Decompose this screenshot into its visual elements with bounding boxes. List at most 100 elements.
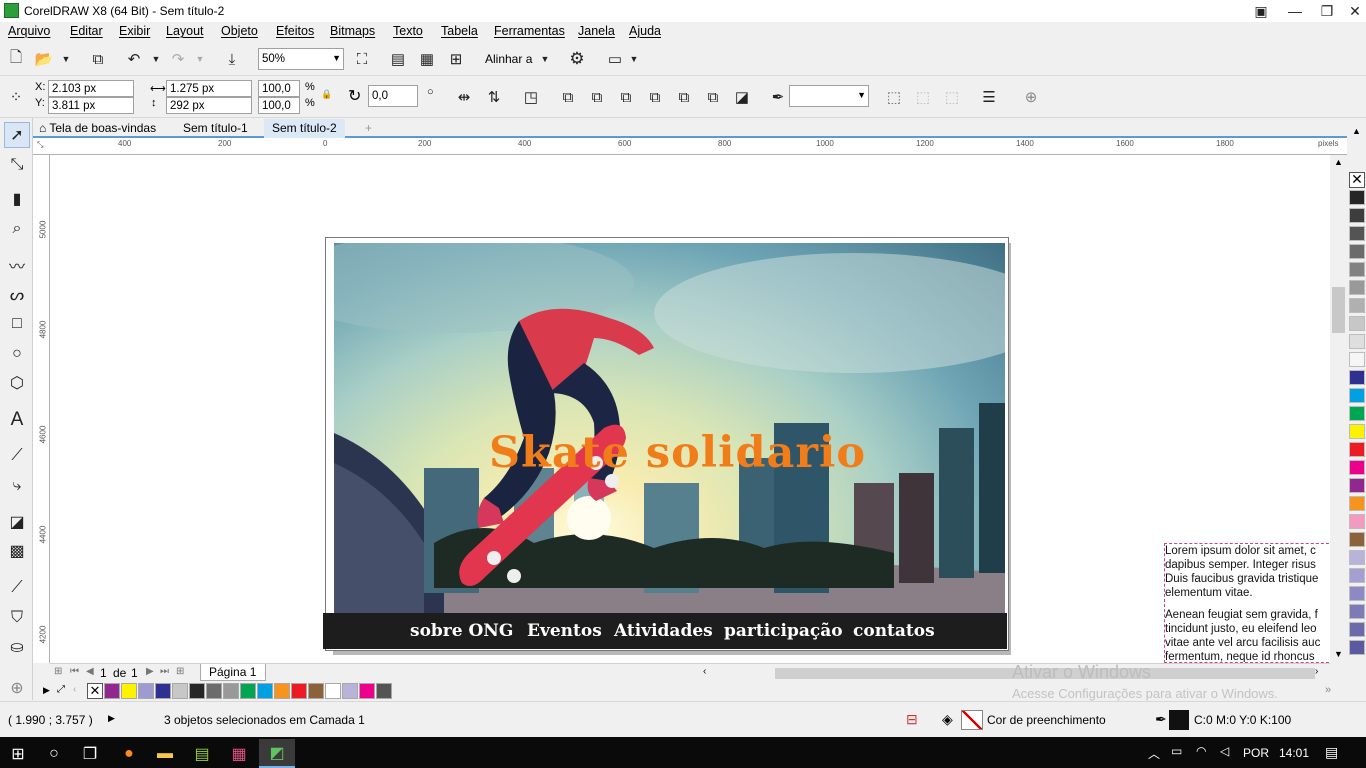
menu-ajuda[interactable]: Ajuda — [629, 24, 661, 38]
battery-icon[interactable]: ▭ — [1171, 744, 1182, 758]
palette-swatch[interactable] — [1349, 532, 1365, 547]
vertical-scrollbar[interactable]: ▲ ▼ — [1330, 155, 1347, 663]
full-screen-icon[interactable]: ⛶ — [350, 47, 374, 71]
outline-pen-icon[interactable]: ✒ — [766, 85, 790, 109]
trim-icon[interactable]: ⧉ — [614, 85, 638, 109]
y-position-field[interactable]: 3.811 px — [48, 97, 134, 114]
undo-dropdown-icon[interactable]: ▼ — [144, 47, 168, 71]
palette-swatch[interactable] — [1349, 460, 1365, 475]
palette-swatch[interactable] — [1349, 190, 1365, 205]
add-page-before-icon[interactable]: ⊞ — [54, 666, 62, 677]
palette-swatch[interactable] — [240, 683, 256, 699]
convert-curves-icon[interactable]: ⬚ — [911, 85, 935, 109]
zoom-level-select[interactable]: 50% ▼ — [258, 48, 344, 70]
cortana-search-icon[interactable]: ○ — [36, 739, 72, 768]
lock-ratio-icon[interactable]: 🔒 — [321, 89, 332, 100]
x-position-field[interactable]: 2.103 px — [48, 80, 134, 97]
palette-swatch[interactable] — [1349, 370, 1365, 385]
dimension-tool-icon[interactable]: ⟋ — [4, 443, 30, 469]
palette-left-icon[interactable]: ‹ — [73, 684, 76, 695]
action-center-icon[interactable]: ▤ — [1325, 744, 1338, 761]
horizontal-ruler[interactable]: ⤡ 400 200 0 200 400 600 800 1000 1200 14… — [33, 138, 1347, 155]
menu-layout[interactable]: Layout — [166, 24, 204, 38]
palette-swatch[interactable] — [1349, 298, 1365, 313]
fill-bucket-icon[interactable]: ◈ — [942, 711, 953, 728]
palette-swatch[interactable] — [1349, 550, 1365, 565]
drawing-page[interactable]: Skate solidario sobre ONG Eventos Ativid… — [323, 237, 1009, 651]
drawing-canvas[interactable]: Skate solidario sobre ONG Eventos Ativid… — [50, 155, 1330, 663]
tab-sem-titulo-1[interactable]: Sem título-1 — [175, 119, 256, 138]
width-field[interactable]: 1.275 px — [166, 80, 252, 97]
coreldraw-taskbar-icon[interactable]: ◩ — [259, 739, 295, 768]
eyedropper-small-icon[interactable]: ⤢ — [57, 684, 65, 695]
palette-swatch[interactable] — [1349, 316, 1365, 331]
palette-menu-icon[interactable]: ▶ — [43, 685, 50, 696]
task-view-icon[interactable]: ❐ — [72, 739, 108, 768]
tab-sem-titulo-2[interactable]: Sem título-2 — [264, 119, 345, 138]
menu-arquivo[interactable]: Arquivo — [8, 24, 50, 38]
object-origin-icon[interactable]: ⁘ — [4, 85, 28, 109]
launcher-dropdown-icon[interactable]: ▼ — [622, 47, 646, 71]
palette-swatch[interactable] — [274, 683, 290, 699]
front-minus-back-icon[interactable]: ⧉ — [701, 85, 725, 109]
align-dropdown-icon[interactable]: ▼ — [533, 47, 557, 71]
simplify-icon[interactable]: ⧉ — [672, 85, 696, 109]
add-tool-icon[interactable]: ⊕ — [4, 675, 30, 701]
open-dropdown-icon[interactable]: ▼ — [54, 47, 78, 71]
palette-swatch[interactable] — [1349, 388, 1365, 403]
outline-width-select[interactable]: ▼ — [789, 85, 869, 107]
palette-swatch[interactable] — [1349, 244, 1365, 259]
palette-swatch[interactable] — [138, 683, 154, 699]
palette-swatch[interactable] — [1349, 406, 1365, 421]
menu-janela[interactable]: Janela — [578, 24, 615, 38]
palette-swatch[interactable] — [1349, 262, 1365, 277]
menu-editar[interactable]: Editar — [70, 24, 103, 38]
add-icon[interactable]: ⊕ — [1019, 85, 1043, 109]
palette-swatch[interactable] — [1349, 604, 1365, 619]
outline-pen-status-icon[interactable]: ✒ — [1155, 711, 1167, 728]
hero-title[interactable]: Skate solidario — [489, 428, 866, 478]
break-apart-icon[interactable]: ⬚ — [940, 85, 964, 109]
settings-gear-icon[interactable]: ⚙ — [565, 47, 589, 71]
palette-swatch[interactable] — [1349, 514, 1365, 529]
menu-exibir[interactable]: Exibir — [119, 24, 150, 38]
palette-swatch[interactable] — [1349, 352, 1365, 367]
palette-swatch[interactable] — [1349, 424, 1365, 439]
text-tool-icon[interactable]: A — [4, 407, 30, 433]
new-tab-plus-icon[interactable]: + — [357, 119, 380, 138]
fill-color-swatch[interactable] — [961, 710, 983, 730]
tab-welcome[interactable]: ⌂ Tela de boas-vindas — [35, 119, 164, 138]
new-document-icon[interactable]: 🗋 — [4, 47, 28, 71]
ruler-corner-icon[interactable]: ⤡ — [37, 140, 43, 150]
palette-swatch[interactable] — [376, 683, 392, 699]
coordinates-arrow-icon[interactable]: ▶ — [108, 713, 115, 724]
minimize-button[interactable]: — — [1278, 0, 1312, 22]
no-color-swatch-icon[interactable]: ✕ — [87, 683, 103, 699]
shape-tool-icon[interactable]: ⤡ — [4, 152, 30, 178]
language-indicator[interactable]: POR — [1243, 746, 1269, 760]
open-folder-icon[interactable]: 📂 — [32, 47, 56, 71]
height-field[interactable]: 292 px — [166, 97, 252, 114]
align-distribute-icon[interactable]: ☰ — [977, 85, 1001, 109]
file-explorer-icon[interactable]: ▬ — [147, 739, 183, 768]
app-icon[interactable]: ▦ — [221, 739, 257, 768]
polygon-tool-icon[interactable]: ⬡ — [4, 370, 30, 396]
palette-swatch[interactable] — [206, 683, 222, 699]
palette-swatch[interactable] — [189, 683, 205, 699]
palette-swatch[interactable] — [325, 683, 341, 699]
palette-swatch[interactable] — [1349, 226, 1365, 241]
menu-texto[interactable]: Texto — [393, 24, 423, 38]
create-boundary-icon[interactable]: ⬚ — [882, 85, 906, 109]
combine-icon[interactable]: ⧉ — [556, 85, 580, 109]
palette-swatch[interactable] — [104, 683, 120, 699]
palette-swatch[interactable] — [1349, 622, 1365, 637]
menu-bitmaps[interactable]: Bitmaps — [330, 24, 375, 38]
mirror-horizontal-icon[interactable]: ⇹ — [452, 85, 476, 109]
artistic-media-icon[interactable]: ᔕ — [4, 282, 30, 308]
palette-swatch[interactable] — [121, 683, 137, 699]
crop-tool-icon[interactable]: ▮ — [4, 186, 30, 212]
next-page-icon[interactable]: ▶ — [146, 666, 154, 677]
zoom-tool-icon[interactable]: ⌕ — [4, 216, 30, 242]
palette-swatch[interactable] — [359, 683, 375, 699]
first-page-icon[interactable]: ⏮ — [70, 666, 79, 677]
